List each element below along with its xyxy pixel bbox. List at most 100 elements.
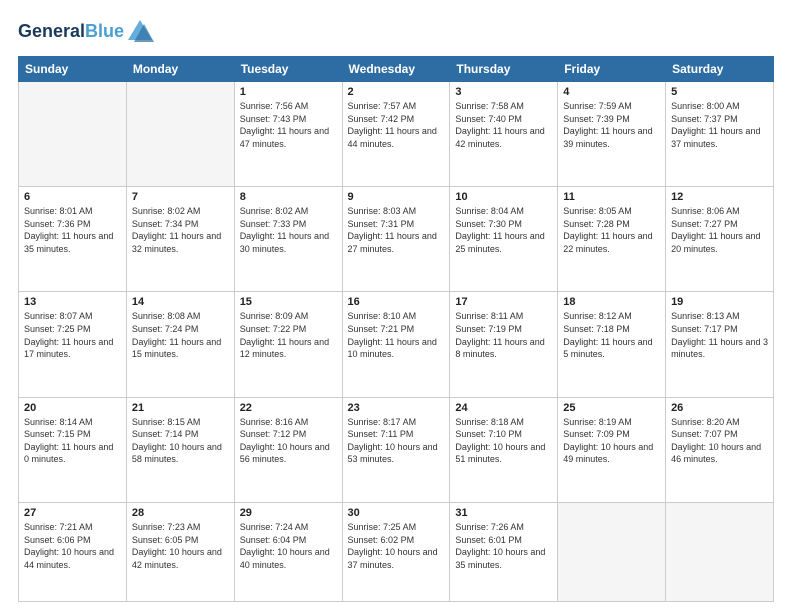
header: GeneralBlue: [18, 18, 774, 46]
day-info: Sunrise: 7:57 AMSunset: 7:42 PMDaylight:…: [348, 100, 445, 150]
calendar-day: 8 Sunrise: 8:02 AMSunset: 7:33 PMDaylight…: [234, 187, 342, 292]
calendar-day: 25Sunrise: 8:19 AMSunset: 7:09 PMDayligh…: [558, 397, 666, 502]
calendar-day: 6 Sunrise: 8:01 AMSunset: 7:36 PMDaylight…: [19, 187, 127, 292]
calendar-day: 26 Sunrise: 8:20 AMSunset: 7:07 PMDayligh…: [666, 397, 774, 502]
calendar-day: 14 Sunrise: 8:08 AMSunset: 7:24 PMDayligh…: [126, 292, 234, 397]
day-number: 30: [348, 507, 445, 519]
day-number: 9: [348, 191, 445, 203]
day-number: 26: [671, 402, 768, 414]
logo: GeneralBlue: [18, 18, 154, 46]
day-number: 17: [455, 296, 552, 308]
calendar-day: 11 Sunrise: 8:05 AMSunset: 7:28 PMDayligh…: [558, 187, 666, 292]
day-info: Sunrise: 8:02 AMSunset: 7:33 PMDaylight:…: [240, 205, 337, 255]
calendar-day: 20Sunrise: 8:14 AMSunset: 7:15 PMDayligh…: [19, 397, 127, 502]
calendar-day: 7Sunrise: 8:02 AMSunset: 7:34 PMDaylight…: [126, 187, 234, 292]
day-number: 4: [563, 86, 660, 98]
day-info: Sunrise: 7:21 AMSunset: 6:06 PMDaylight:…: [24, 521, 121, 571]
day-number: 29: [240, 507, 337, 519]
calendar-day: 2 Sunrise: 7:57 AMSunset: 7:42 PMDaylight…: [342, 82, 450, 187]
calendar-day: 13Sunrise: 8:07 AMSunset: 7:25 PMDayligh…: [19, 292, 127, 397]
day-number: 6: [24, 191, 121, 203]
weekday-header: Monday: [126, 57, 234, 82]
day-info: Sunrise: 8:16 AMSunset: 7:12 PMDaylight:…: [240, 416, 337, 466]
day-number: 15: [240, 296, 337, 308]
day-info: Sunrise: 8:15 AMSunset: 7:14 PMDaylight:…: [132, 416, 229, 466]
day-info: Sunrise: 8:17 AMSunset: 7:11 PMDaylight:…: [348, 416, 445, 466]
calendar-week: 6 Sunrise: 8:01 AMSunset: 7:36 PMDaylight…: [19, 187, 774, 292]
day-info: Sunrise: 7:58 AMSunset: 7:40 PMDaylight:…: [455, 100, 552, 150]
day-info: Sunrise: 8:19 AMSunset: 7:09 PMDaylight:…: [563, 416, 660, 466]
calendar-day: 28 Sunrise: 7:23 AMSunset: 6:05 PMDayligh…: [126, 502, 234, 601]
day-number: 11: [563, 191, 660, 203]
calendar-day: 10 Sunrise: 8:04 AMSunset: 7:30 PMDayligh…: [450, 187, 558, 292]
day-info: Sunrise: 7:24 AMSunset: 6:04 PMDaylight:…: [240, 521, 337, 571]
calendar-day: 19 Sunrise: 8:13 AMSunset: 7:17 PMDayligh…: [666, 292, 774, 397]
weekday-header: Sunday: [19, 57, 127, 82]
day-info: Sunrise: 8:02 AMSunset: 7:34 PMDaylight:…: [132, 205, 229, 255]
day-number: 13: [24, 296, 121, 308]
weekday-header: Thursday: [450, 57, 558, 82]
calendar-day: 3 Sunrise: 7:58 AMSunset: 7:40 PMDaylight…: [450, 82, 558, 187]
day-number: 2: [348, 86, 445, 98]
day-info: Sunrise: 7:25 AMSunset: 6:02 PMDaylight:…: [348, 521, 445, 571]
day-number: 1: [240, 86, 337, 98]
day-info: Sunrise: 7:26 AMSunset: 6:01 PMDaylight:…: [455, 521, 552, 571]
day-number: 3: [455, 86, 552, 98]
calendar-day: [126, 82, 234, 187]
day-number: 10: [455, 191, 552, 203]
calendar-week: 20Sunrise: 8:14 AMSunset: 7:15 PMDayligh…: [19, 397, 774, 502]
day-number: 5: [671, 86, 768, 98]
day-number: 28: [132, 507, 229, 519]
calendar-day: 16Sunrise: 8:10 AMSunset: 7:21 PMDayligh…: [342, 292, 450, 397]
day-number: 14: [132, 296, 229, 308]
weekday-header: Friday: [558, 57, 666, 82]
day-info: Sunrise: 7:56 AMSunset: 7:43 PMDaylight:…: [240, 100, 337, 150]
day-number: 23: [348, 402, 445, 414]
calendar-table: SundayMondayTuesdayWednesdayThursdayFrid…: [18, 56, 774, 602]
day-number: 8: [240, 191, 337, 203]
day-info: Sunrise: 8:03 AMSunset: 7:31 PMDaylight:…: [348, 205, 445, 255]
day-info: Sunrise: 8:11 AMSunset: 7:19 PMDaylight:…: [455, 310, 552, 360]
day-info: Sunrise: 7:23 AMSunset: 6:05 PMDaylight:…: [132, 521, 229, 571]
day-number: 19: [671, 296, 768, 308]
calendar-day: 12 Sunrise: 8:06 AMSunset: 7:27 PMDayligh…: [666, 187, 774, 292]
calendar-day: 29 Sunrise: 7:24 AMSunset: 6:04 PMDayligh…: [234, 502, 342, 601]
calendar-day: 17 Sunrise: 8:11 AMSunset: 7:19 PMDayligh…: [450, 292, 558, 397]
day-info: Sunrise: 8:10 AMSunset: 7:21 PMDaylight:…: [348, 310, 445, 360]
calendar-day: [19, 82, 127, 187]
day-info: Sunrise: 8:05 AMSunset: 7:28 PMDaylight:…: [563, 205, 660, 255]
day-info: Sunrise: 8:14 AMSunset: 7:15 PMDaylight:…: [24, 416, 121, 466]
day-number: 24: [455, 402, 552, 414]
calendar-day: 23 Sunrise: 8:17 AMSunset: 7:11 PMDayligh…: [342, 397, 450, 502]
day-number: 31: [455, 507, 552, 519]
calendar-day: 4 Sunrise: 7:59 AMSunset: 7:39 PMDaylight…: [558, 82, 666, 187]
day-info: Sunrise: 8:00 AMSunset: 7:37 PMDaylight:…: [671, 100, 768, 150]
calendar-day: 5 Sunrise: 8:00 AMSunset: 7:37 PMDaylight…: [666, 82, 774, 187]
calendar-day: [666, 502, 774, 601]
logo-text: GeneralBlue: [18, 22, 124, 42]
day-info: Sunrise: 8:06 AMSunset: 7:27 PMDaylight:…: [671, 205, 768, 255]
day-info: Sunrise: 8:13 AMSunset: 7:17 PMDaylight:…: [671, 310, 768, 360]
day-info: Sunrise: 8:20 AMSunset: 7:07 PMDaylight:…: [671, 416, 768, 466]
day-info: Sunrise: 8:04 AMSunset: 7:30 PMDaylight:…: [455, 205, 552, 255]
weekday-header: Tuesday: [234, 57, 342, 82]
calendar-day: 22 Sunrise: 8:16 AMSunset: 7:12 PMDayligh…: [234, 397, 342, 502]
day-number: 22: [240, 402, 337, 414]
day-info: Sunrise: 8:01 AMSunset: 7:36 PMDaylight:…: [24, 205, 121, 255]
calendar-week: 1 Sunrise: 7:56 AMSunset: 7:43 PMDaylight…: [19, 82, 774, 187]
calendar-day: 1 Sunrise: 7:56 AMSunset: 7:43 PMDaylight…: [234, 82, 342, 187]
day-info: Sunrise: 8:09 AMSunset: 7:22 PMDaylight:…: [240, 310, 337, 360]
calendar-day: 31 Sunrise: 7:26 AMSunset: 6:01 PMDayligh…: [450, 502, 558, 601]
logo-icon: [126, 18, 154, 46]
calendar-day: 30 Sunrise: 7:25 AMSunset: 6:02 PMDayligh…: [342, 502, 450, 601]
day-info: Sunrise: 7:59 AMSunset: 7:39 PMDaylight:…: [563, 100, 660, 150]
calendar-day: 24Sunrise: 8:18 AMSunset: 7:10 PMDayligh…: [450, 397, 558, 502]
day-number: 21: [132, 402, 229, 414]
calendar-week: 27Sunrise: 7:21 AMSunset: 6:06 PMDayligh…: [19, 502, 774, 601]
calendar-day: 15 Sunrise: 8:09 AMSunset: 7:22 PMDayligh…: [234, 292, 342, 397]
weekday-header: Saturday: [666, 57, 774, 82]
day-number: 12: [671, 191, 768, 203]
calendar-day: 21 Sunrise: 8:15 AMSunset: 7:14 PMDayligh…: [126, 397, 234, 502]
calendar-day: [558, 502, 666, 601]
day-info: Sunrise: 8:08 AMSunset: 7:24 PMDaylight:…: [132, 310, 229, 360]
